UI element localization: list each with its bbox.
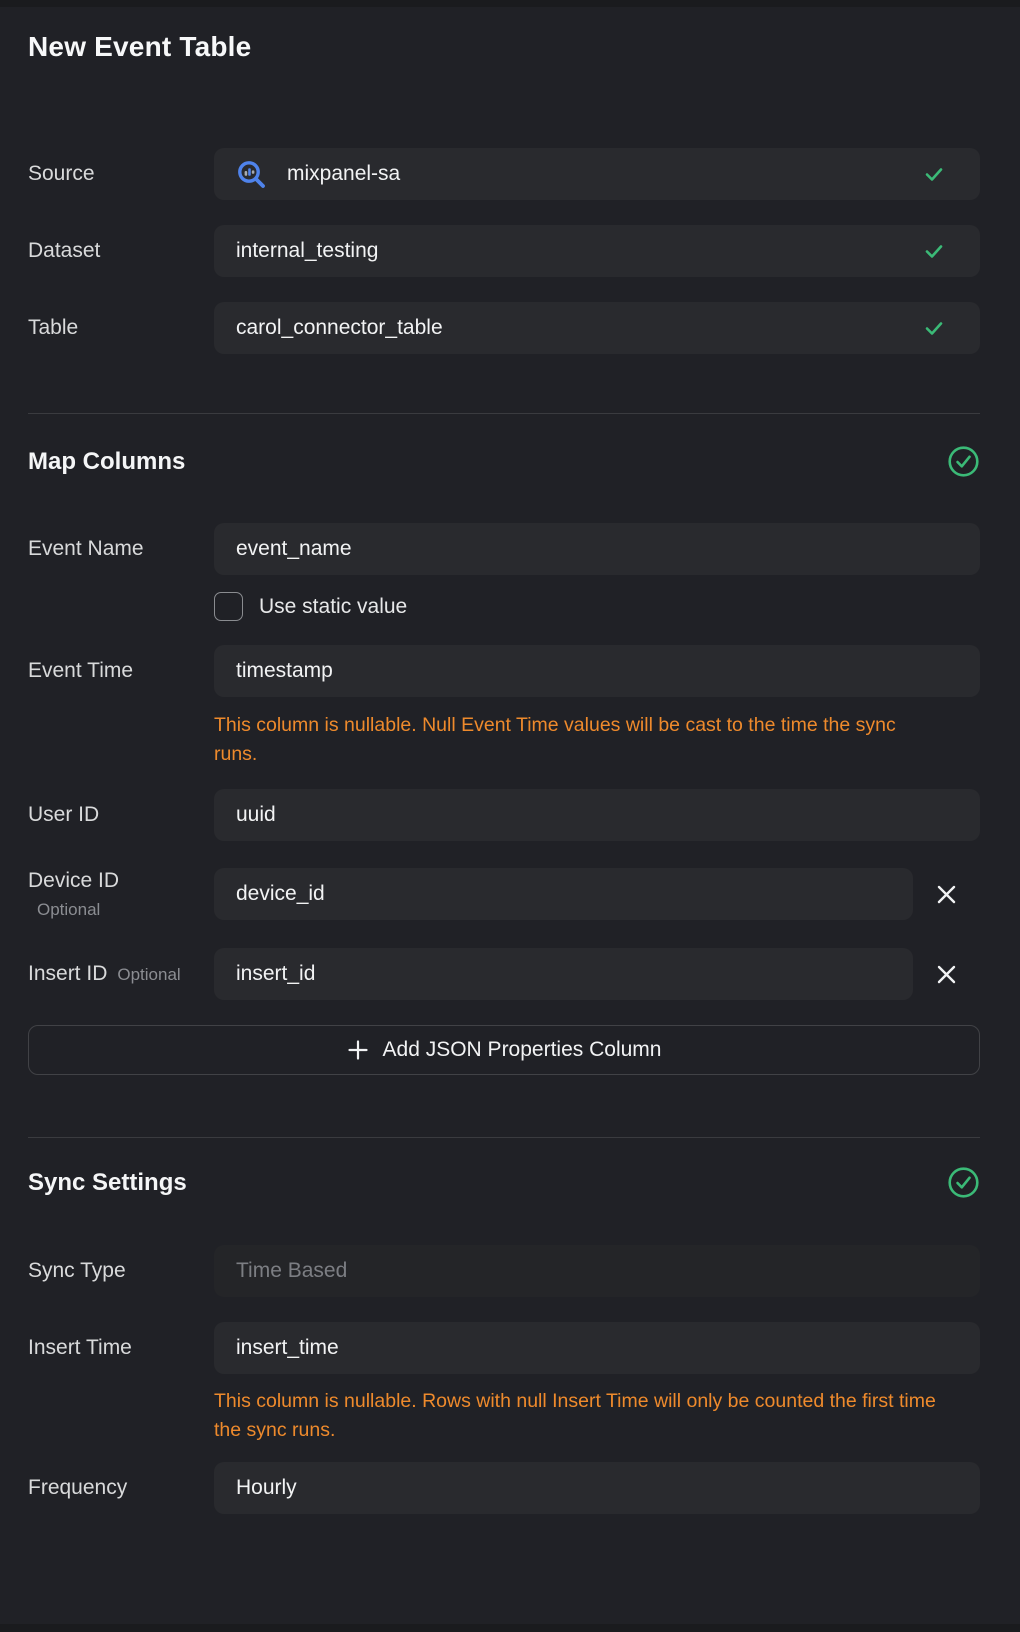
frequency-input[interactable]: Hourly [214,1462,980,1514]
frequency-value: Hourly [236,1476,297,1500]
frequency-label: Frequency [28,1475,214,1501]
frequency-row: Frequency Hourly [28,1462,980,1514]
sync-type-label: Sync Type [28,1258,214,1284]
dataset-label: Dataset [28,238,214,264]
sync-settings-header: Sync Settings [28,1166,980,1199]
source-input[interactable]: mixpanel-sa [214,148,980,200]
top-edge-strip [0,0,1020,7]
user-id-input[interactable]: uuid [214,789,980,841]
map-columns-complete-check-icon [947,445,980,478]
insert-id-input[interactable]: insert_id [214,948,913,1000]
source-row: Source mixpanel-sa [28,148,980,200]
bottom-edge-strip [0,1624,1020,1632]
use-static-value-checkbox[interactable] [214,592,243,621]
dataset-value: internal_testing [236,239,378,263]
add-json-properties-button[interactable]: Add JSON Properties Column [28,1025,980,1075]
insert-time-input[interactable]: insert_time [214,1322,980,1374]
source-valid-check-icon [923,163,960,185]
page-title: New Event Table [28,0,980,64]
device-id-optional-label: Optional [28,900,214,920]
event-time-warning-spacer [28,711,214,769]
insert-id-optional-label: Optional [117,965,180,984]
use-static-value-label: Use static value [259,595,407,619]
insert-time-nullable-warning: This column is nullable. Rows with null … [214,1387,936,1445]
device-id-input[interactable]: device_id [214,868,913,920]
event-time-row: Event Time timestamp [28,645,980,697]
event-time-label: Event Time [28,658,214,684]
device-id-value: device_id [236,882,325,906]
event-time-value: timestamp [236,659,333,683]
source-label: Source [28,161,214,187]
static-value-checkbox-wrap: Use static value [214,592,980,621]
event-name-row: Event Name event_name [28,523,980,575]
event-time-nullable-warning: This column is nullable. Null Event Time… [214,711,936,769]
section-divider [28,413,980,414]
insert-time-warning-row: This column is nullable. Rows with null … [28,1387,980,1445]
sync-type-value: Time Based [236,1259,347,1283]
table-input[interactable]: carol_connector_table [214,302,980,354]
device-id-clear-button[interactable] [913,872,980,916]
insert-time-label: Insert Time [28,1335,214,1361]
insert-time-warning-spacer [28,1387,214,1445]
event-time-input[interactable]: timestamp [214,645,980,697]
section-divider [28,1137,980,1138]
user-id-label: User ID [28,802,214,828]
event-name-label: Event Name [28,536,214,562]
sync-type-input: Time Based [214,1245,980,1297]
insert-id-label-text: Insert ID [28,962,107,985]
dataset-input[interactable]: internal_testing [214,225,980,277]
insert-id-row: Insert ID Optional insert_id [28,948,980,1000]
insert-id-label: Insert ID Optional [28,961,214,988]
table-valid-check-icon [923,317,960,339]
x-icon [935,963,958,986]
device-id-label-stack: Device ID Optional [28,868,214,920]
insert-id-clear-button[interactable] [913,952,980,996]
event-name-value: event_name [236,537,352,561]
insert-id-value: insert_id [236,962,315,986]
table-label: Table [28,315,214,341]
user-id-value: uuid [236,803,276,827]
table-row: Table carol_connector_table [28,302,980,354]
device-id-row: Device ID Optional device_id [28,868,980,920]
x-icon [935,883,958,906]
insert-time-value: insert_time [236,1336,339,1360]
table-value: carol_connector_table [236,316,443,340]
sync-settings-title: Sync Settings [28,1167,187,1199]
event-time-warning-row: This column is nullable. Null Event Time… [28,711,980,769]
dataset-valid-check-icon [923,240,960,262]
dataset-row: Dataset internal_testing [28,225,980,277]
device-id-field-wrap: device_id [214,868,980,920]
event-name-input[interactable]: event_name [214,523,980,575]
insert-id-field-wrap: insert_id [214,948,980,1000]
new-event-table-form: New Event Table Source mixpanel-sa Datas… [0,0,1020,1632]
static-value-row: Use static value [28,592,980,621]
map-columns-header: Map Columns [28,445,980,478]
map-columns-title: Map Columns [28,446,185,478]
add-json-properties-label: Add JSON Properties Column [383,1038,662,1062]
sync-settings-complete-check-icon [947,1166,980,1199]
source-value: mixpanel-sa [287,162,400,186]
mixpanel-logo-icon [236,159,267,190]
sync-type-row: Sync Type Time Based [28,1245,980,1297]
device-id-label: Device ID [28,868,214,894]
user-id-row: User ID uuid [28,789,980,841]
plus-icon [347,1039,369,1061]
insert-time-row: Insert Time insert_time [28,1322,980,1374]
